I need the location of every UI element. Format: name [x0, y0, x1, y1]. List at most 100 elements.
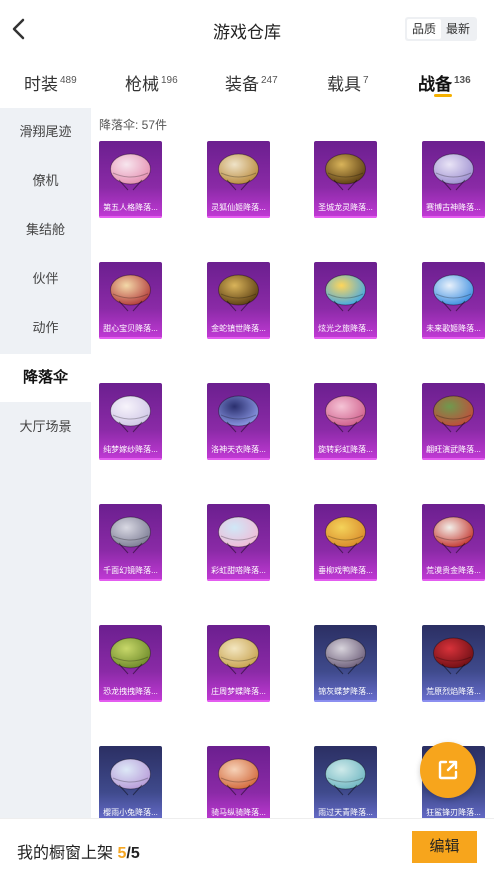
parachute-icon — [218, 758, 259, 796]
parachute-card[interactable]: 雨过天青降落... — [314, 746, 377, 818]
parachute-icon — [325, 516, 366, 554]
tab-label: 装备 — [225, 75, 259, 94]
parachute-card[interactable]: 炫光之旅降落... — [314, 262, 377, 339]
parachute-icon — [110, 274, 151, 312]
parachute-icon — [433, 516, 474, 554]
parachute-name: 旋转彩虹降落... — [318, 445, 373, 454]
active-tab-indicator — [434, 94, 452, 97]
parachute-card[interactable]: 骑马纵骑降落... — [207, 746, 270, 818]
category-tabs: 时装 489 枪械 196 装备 247 载具 7 战备 136 — [0, 62, 494, 102]
rarity-stripe — [422, 700, 485, 702]
parachute-card[interactable]: 灵狐仙姬降落... — [207, 141, 270, 218]
item-grid: 降落伞: 57件 第五人格降落... 灵狐仙姬降落... 圣城龙灵降落... 赛博古神… — [91, 108, 494, 818]
parachute-name: 彩虹甜嗒降落... — [211, 566, 266, 575]
parachute-name: 樱雨小兔降落... — [103, 808, 158, 817]
sort-option-newest[interactable]: 最新 — [441, 19, 475, 39]
rarity-stripe — [422, 337, 485, 339]
rarity-stripe — [99, 700, 162, 702]
parachute-icon — [325, 758, 366, 796]
parachute-card[interactable]: 赛博古神降落... — [422, 141, 485, 218]
parachute-name: 狂鲨锋刃降落... — [426, 808, 481, 817]
parachute-card[interactable]: 彩虹甜嗒降落... — [207, 504, 270, 581]
parachute-icon — [325, 395, 366, 433]
rarity-stripe — [99, 579, 162, 581]
parachute-name: 第五人格降落... — [103, 203, 158, 212]
tab-battle-gear[interactable]: 战备 136 — [418, 70, 471, 95]
edit-button[interactable]: 编辑 — [412, 831, 477, 863]
parachute-icon — [218, 274, 259, 312]
parachute-name: 赛博古神降落... — [426, 203, 481, 212]
parachute-name: 未来歌姬降落... — [426, 324, 481, 333]
tab-equipment[interactable]: 装备 247 — [225, 70, 278, 95]
rarity-stripe — [422, 216, 485, 218]
parachute-card[interactable]: 金蛇镇世降落... — [207, 262, 270, 339]
sort-option-quality[interactable]: 品质 — [407, 19, 441, 39]
parachute-icon — [325, 153, 366, 191]
tab-count: 247 — [261, 75, 278, 86]
parachute-card[interactable]: 锦灰蝶梦降落... — [314, 625, 377, 702]
rarity-stripe — [207, 337, 270, 339]
parachute-name: 金蛇镇世降落... — [211, 324, 266, 333]
parachute-name: 炫光之旅降落... — [318, 324, 373, 333]
parachute-card[interactable]: 垂柳戏鸭降落... — [314, 504, 377, 581]
parachute-card[interactable]: 纯梦嫁纱降落... — [99, 383, 162, 460]
parachute-card[interactable]: 洛神天衣降落... — [207, 383, 270, 460]
parachute-name: 翩旺演武降落... — [426, 445, 481, 454]
parachute-icon — [433, 637, 474, 675]
parachute-card[interactable]: 未来歌姬降落... — [422, 262, 485, 339]
sidebar-item-parachute[interactable]: 降落伞 — [0, 354, 91, 402]
parachute-name: 骑马纵骑降落... — [211, 808, 266, 817]
parachute-icon — [325, 274, 366, 312]
rarity-stripe — [314, 216, 377, 218]
parachute-name: 垂柳戏鸭降落... — [318, 566, 373, 575]
rarity-stripe — [422, 579, 485, 581]
parachute-name: 恐龙拽拽降落... — [103, 687, 158, 696]
rarity-stripe — [99, 216, 162, 218]
parachute-name: 雨过天青降落... — [318, 808, 373, 817]
sidebar-item-wingman[interactable]: 僚机 — [0, 157, 91, 205]
parachute-name: 荒原烈焰降落... — [426, 687, 481, 696]
share-button[interactable] — [420, 742, 476, 798]
sidebar-item-partner[interactable]: 伙伴 — [0, 255, 91, 303]
parachute-card[interactable]: 恐龙拽拽降落... — [99, 625, 162, 702]
showcase-status: 我的橱窗上架 5/5 — [17, 839, 140, 863]
sidebar-item-emote[interactable]: 动作 — [0, 304, 91, 352]
parachute-icon — [110, 153, 151, 191]
parachute-card[interactable]: 荒漠贵金降落... — [422, 504, 485, 581]
parachute-icon — [218, 637, 259, 675]
parachute-card[interactable]: 圣城龙灵降落... — [314, 141, 377, 218]
parachute-icon — [110, 637, 151, 675]
parachute-card[interactable]: 第五人格降落... — [99, 141, 162, 218]
tab-label: 时装 — [24, 75, 58, 94]
sort-toggle: 品质 最新 — [405, 17, 477, 41]
parachute-card[interactable]: 甜心宝贝降落... — [99, 262, 162, 339]
parachute-name: 锦灰蝶梦降落... — [318, 687, 373, 696]
showcase-label: 我的橱窗上架 — [17, 845, 114, 862]
parachute-icon — [433, 153, 474, 191]
parachute-card[interactable]: 庄周梦蝶降落... — [207, 625, 270, 702]
rarity-stripe — [314, 337, 377, 339]
tab-guns[interactable]: 枪械 196 — [125, 70, 178, 95]
rarity-stripe — [314, 458, 377, 460]
parachute-icon — [433, 274, 474, 312]
tab-vehicles[interactable]: 载具 7 — [327, 70, 369, 95]
rarity-stripe — [314, 579, 377, 581]
tab-fashion[interactable]: 时装 489 — [24, 70, 77, 95]
parachute-card[interactable]: 翩旺演武降落... — [422, 383, 485, 460]
header: 游戏仓库 品质 最新 — [0, 0, 494, 58]
parachute-card[interactable]: 千面幻镜降落... — [99, 504, 162, 581]
showcase-total: /5 — [126, 845, 140, 862]
sidebar-item-glide-trail[interactable]: 滑翔尾迹 — [0, 108, 91, 156]
parachute-card[interactable]: 荒原烈焰降落... — [422, 625, 485, 702]
sidebar-item-rally-pod[interactable]: 集结舱 — [0, 206, 91, 254]
parachute-card[interactable]: 樱雨小兔降落... — [99, 746, 162, 818]
parachute-name: 灵狐仙姬降落... — [211, 203, 266, 212]
parachute-icon — [433, 395, 474, 433]
sidebar-item-lobby-scene[interactable]: 大厅场景 — [0, 403, 91, 451]
rarity-stripe — [207, 579, 270, 581]
parachute-card[interactable]: 旋转彩虹降落... — [314, 383, 377, 460]
sidebar: 滑翔尾迹 僚机 集结舱 伙伴 动作 降落伞 大厅场景 — [0, 108, 91, 818]
rarity-stripe — [99, 337, 162, 339]
tab-count: 489 — [60, 75, 77, 86]
parachute-icon — [110, 395, 151, 433]
